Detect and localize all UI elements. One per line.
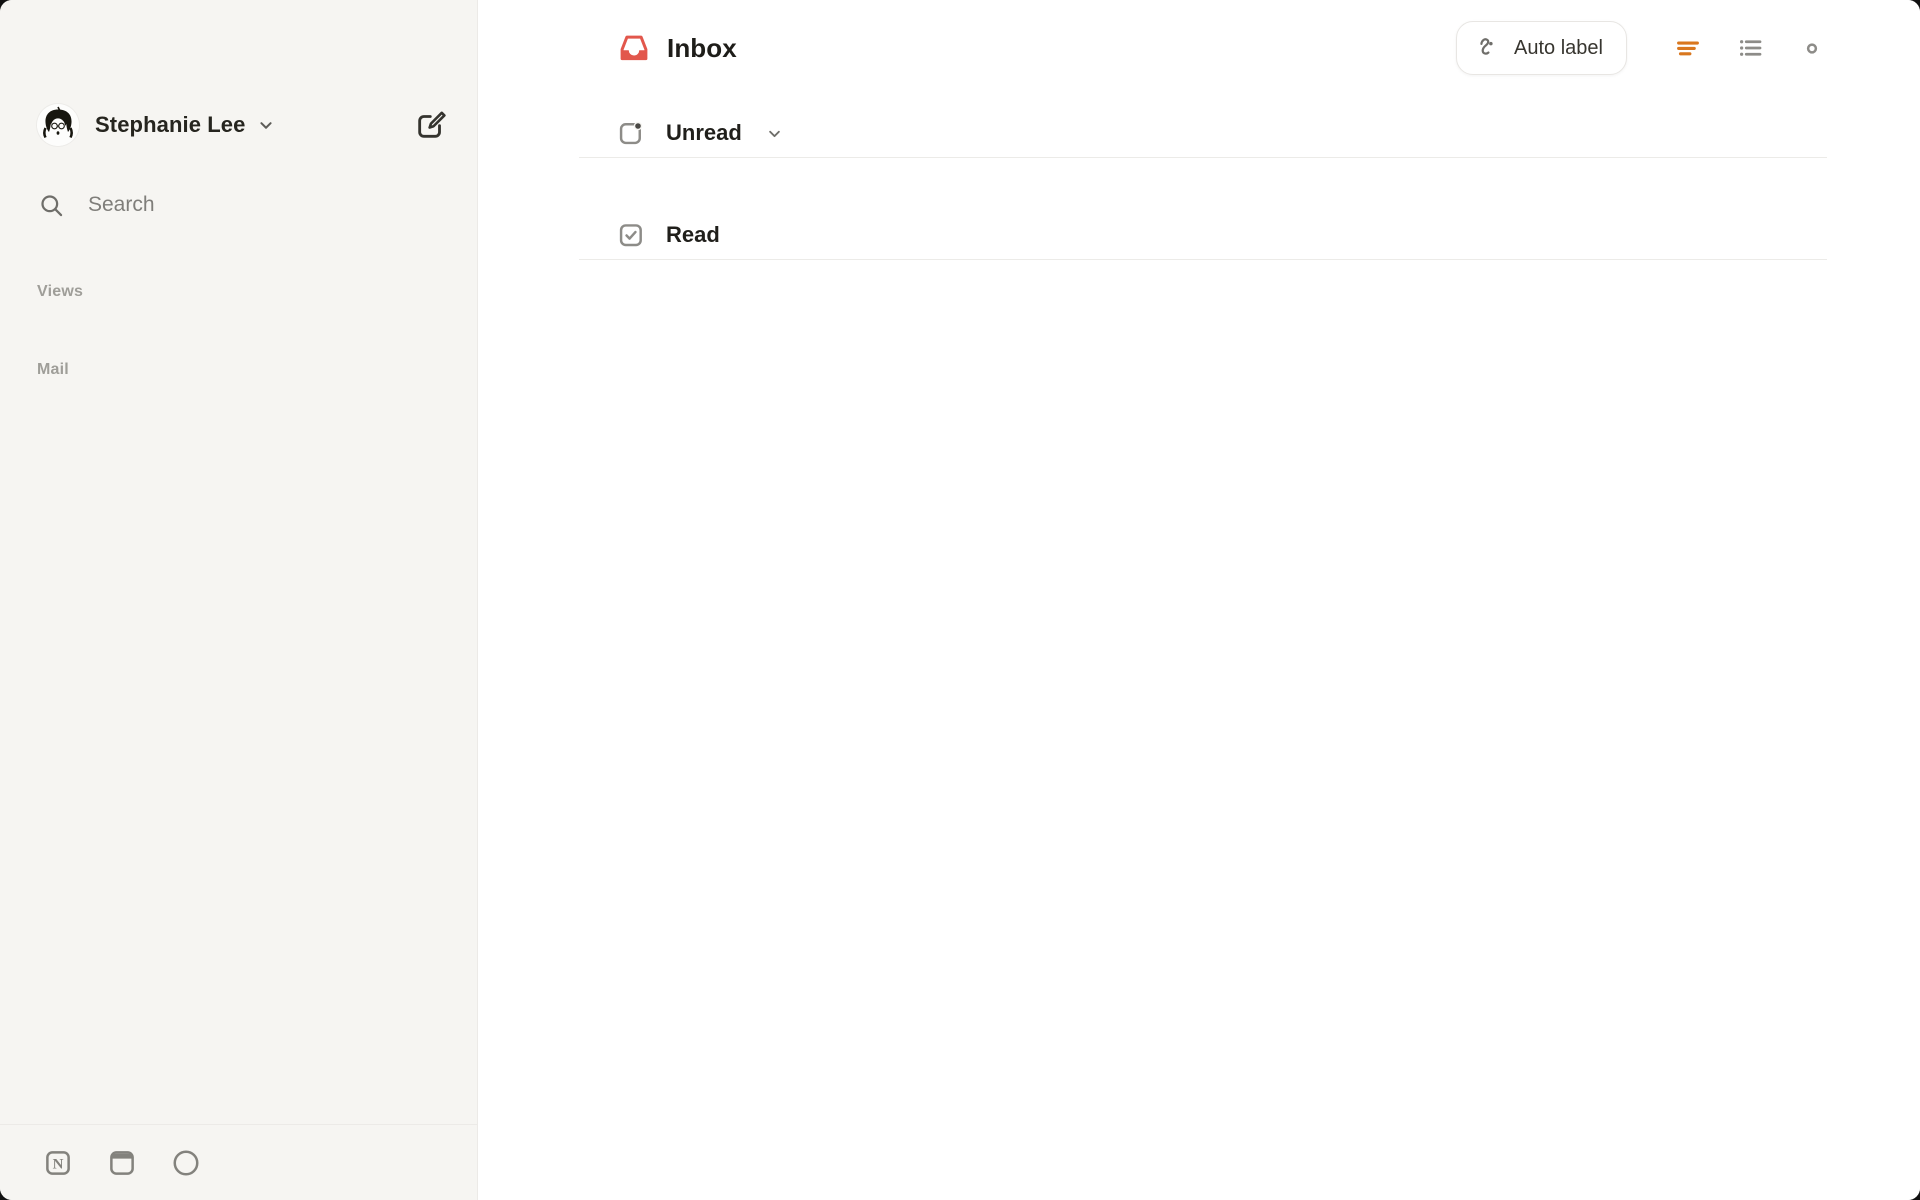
search-icon <box>38 192 65 219</box>
close-window-button[interactable] <box>29 36 53 60</box>
read-checkbox-icon <box>617 221 645 249</box>
zoom-window-button[interactable] <box>111 36 135 60</box>
search-placeholder: Search <box>88 193 155 216</box>
read-group-label: Read <box>666 222 720 247</box>
page-title: Inbox <box>667 32 737 63</box>
compose-button[interactable] <box>409 103 453 147</box>
help-icon[interactable] <box>171 1148 201 1178</box>
sidebar: Stephanie Lee Search Views Mail N <box>0 0 478 1200</box>
auto-label-button[interactable]: Auto label <box>1456 21 1627 75</box>
settings-gear-icon[interactable] <box>1797 33 1827 63</box>
mail-section-header: Mail <box>37 361 69 378</box>
profile-name: Stephanie Lee <box>95 112 246 137</box>
search-input[interactable]: Search <box>38 187 453 223</box>
avatar <box>37 104 79 146</box>
filter-icon[interactable] <box>1673 33 1703 63</box>
unread-group-header[interactable]: Unread <box>579 109 1827 157</box>
divider <box>579 259 1827 260</box>
auto-label-icon <box>1475 34 1503 62</box>
unread-icon <box>617 119 645 147</box>
inbox-main-panel: Inbox Auto label Unread Read <box>478 0 1920 1200</box>
notion-logo-icon[interactable]: N <box>43 1148 73 1178</box>
views-section-header: Views <box>37 283 84 300</box>
account-switcher[interactable]: Stephanie Lee <box>37 103 453 147</box>
list-view-icon[interactable] <box>1735 33 1765 63</box>
chevron-down-icon[interactable] <box>764 123 785 144</box>
chevron-down-icon <box>255 114 277 136</box>
calendar-app-icon[interactable] <box>107 1148 137 1178</box>
unread-group-label: Unread <box>666 120 742 145</box>
read-group-header[interactable]: Read <box>579 211 1827 259</box>
window-controls <box>0 0 477 60</box>
minimize-window-button[interactable] <box>70 36 94 60</box>
mail-app-window: Stephanie Lee Search Views Mail N Inbox … <box>0 0 1920 1200</box>
sidebar-footer: N <box>0 1124 477 1200</box>
divider <box>579 157 1827 158</box>
main-header: Inbox Auto label <box>579 21 1827 75</box>
auto-label-label: Auto label <box>1514 36 1603 59</box>
inbox-icon <box>617 31 651 65</box>
svg-text:N: N <box>53 1156 64 1172</box>
